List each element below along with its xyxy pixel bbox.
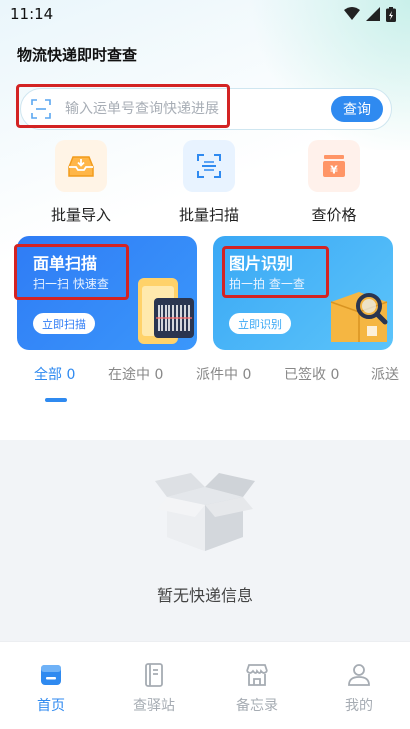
nav-home-label: 首页	[37, 698, 65, 714]
bottom-navigation: 首页 查驿站 备忘录 我的	[0, 641, 410, 729]
app-title: 物流快递即时查查	[17, 46, 138, 64]
nav-home[interactable]: 首页	[16, 662, 86, 715]
tab-dispatch[interactable]: 派送	[371, 364, 399, 384]
wifi-icon	[344, 7, 360, 20]
recognize-now-button[interactable]: 立即识别	[229, 313, 291, 334]
batch-import-button[interactable]: 批量导入	[26, 140, 136, 225]
waybill-scan-card[interactable]: 面单扫描 扫一扫 快速查 立即扫描	[17, 236, 197, 350]
batch-import-label: 批量导入	[50, 206, 111, 224]
scan-icon[interactable]	[31, 99, 51, 119]
active-tab-indicator	[45, 398, 67, 402]
home-icon	[41, 665, 61, 685]
nav-profile-label: 我的	[345, 698, 373, 714]
tab-all[interactable]: 全部 0	[34, 364, 75, 384]
waybill-scan-subtitle: 扫一扫 快速查	[33, 277, 109, 291]
signal-icon	[366, 7, 380, 21]
battery-icon	[386, 6, 396, 22]
tab-signed[interactable]: 已签收 0	[284, 364, 339, 384]
nav-profile[interactable]: 我的	[324, 662, 394, 715]
empty-state-text: 暂无快递信息	[156, 586, 253, 605]
batch-scan-label: 批量扫描	[178, 206, 239, 224]
scan-now-button[interactable]: 立即扫描	[33, 313, 95, 334]
feature-cards: 面单扫描 扫一扫 快速查 立即扫描 图片识别 拍一拍 查一查 立即识别	[0, 236, 410, 352]
check-price-button[interactable]: ¥ 查价格	[279, 140, 389, 225]
book-icon	[145, 663, 163, 687]
price-icon: ¥	[308, 140, 360, 192]
status-bar: 11:14	[0, 0, 410, 28]
package-search-icon	[330, 292, 388, 342]
empty-box-icon	[155, 473, 255, 551]
nav-memo[interactable]: 备忘录	[222, 662, 292, 715]
phone-scan-icon	[138, 278, 194, 344]
check-price-label: 查价格	[311, 206, 357, 224]
status-time: 11:14	[10, 5, 54, 23]
tab-delivering[interactable]: 派件中 0	[196, 364, 251, 384]
nav-stations-label: 查驿站	[133, 698, 175, 714]
tab-in-transit[interactable]: 在途中 0	[108, 364, 163, 384]
image-recognition-title: 图片识别	[229, 254, 294, 273]
scan-icon	[183, 140, 235, 192]
nav-stations[interactable]: 查驿站	[119, 662, 189, 715]
user-icon	[348, 664, 370, 686]
tracking-number-input[interactable]	[65, 101, 331, 117]
image-recognition-card[interactable]: 图片识别 拍一拍 查一查 立即识别	[213, 236, 393, 350]
inbox-import-icon	[55, 140, 107, 192]
quick-actions: 批量导入 批量扫描 ¥ 查价格	[0, 140, 410, 228]
waybill-scan-title: 面单扫描	[33, 254, 98, 273]
search-button[interactable]: 查询	[331, 96, 383, 122]
batch-scan-button[interactable]: 批量扫描	[154, 140, 264, 225]
search-bar: 查询	[20, 88, 392, 130]
nav-memo-label: 备忘录	[236, 698, 278, 714]
shop-icon	[246, 664, 268, 686]
image-recognition-subtitle: 拍一拍 查一查	[229, 277, 305, 291]
svg-text:¥: ¥	[330, 164, 338, 177]
